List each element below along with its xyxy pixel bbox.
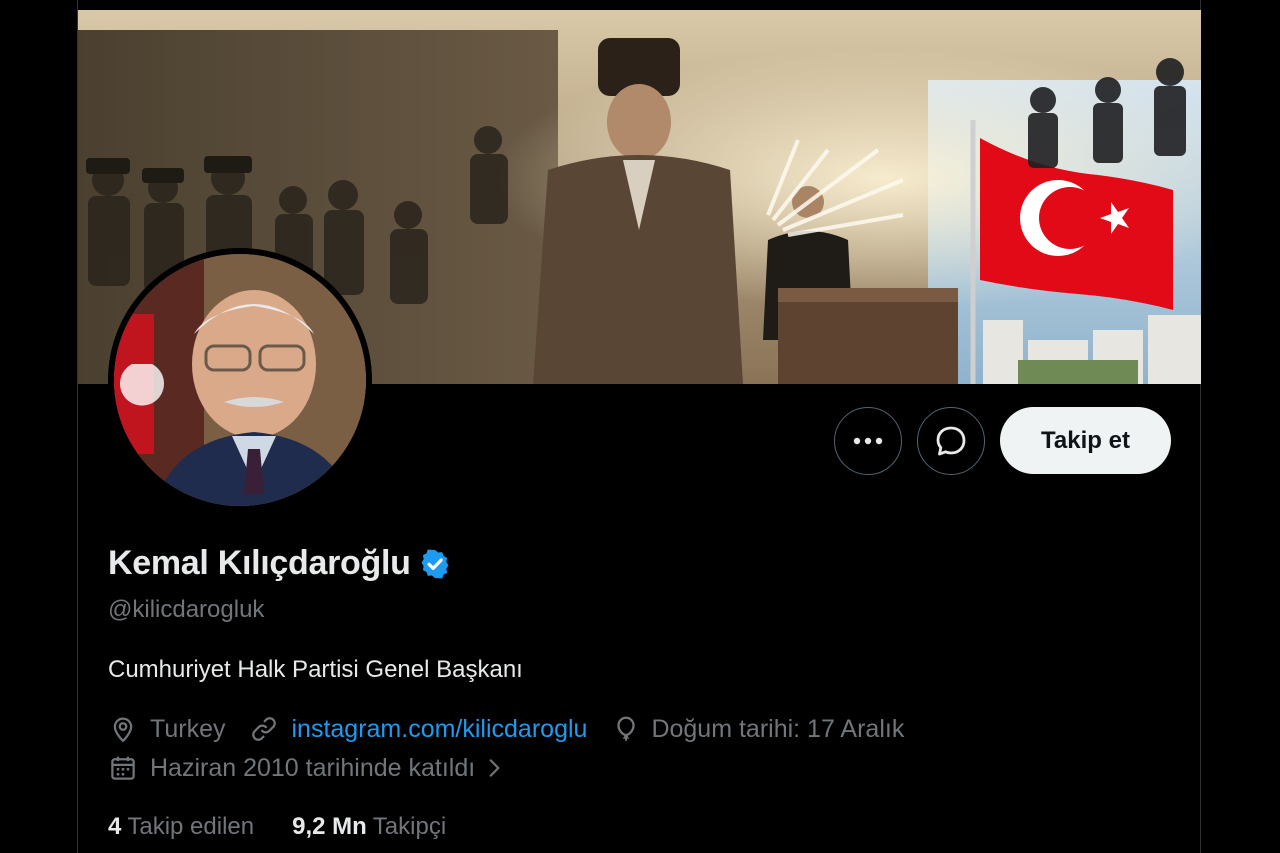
profile-name-row: Kemal Kılıçdaroğlu xyxy=(108,544,451,583)
display-name: Kemal Kılıçdaroğlu xyxy=(108,544,411,582)
follow-button[interactable]: Takip et xyxy=(1000,407,1171,474)
profile-stats: 4 Takip edilen 9,2 Mn Takipçi xyxy=(108,813,446,841)
profile-avatar[interactable] xyxy=(108,248,372,512)
balloon-icon xyxy=(617,716,636,741)
message-icon xyxy=(936,426,966,456)
more-options-button[interactable] xyxy=(834,407,902,475)
following-count: 4 xyxy=(108,813,122,840)
chevron-right-icon xyxy=(489,759,500,777)
birthday-text: Doğum tarihi: 17 Aralık xyxy=(651,714,905,743)
message-button[interactable] xyxy=(917,407,985,475)
joined-row[interactable]: Haziran 2010 tarihinde katıldı xyxy=(108,753,507,783)
avatar-photo xyxy=(114,254,366,506)
following-stat[interactable]: 4 Takip edilen xyxy=(108,813,254,841)
more-icon xyxy=(853,437,883,445)
profile-column: Takip et Kemal Kılıçdaroğlu @kilicdarogl… xyxy=(77,0,1201,853)
location-pin-icon xyxy=(113,717,133,743)
location-text: Turkey xyxy=(150,714,226,743)
followers-stat[interactable]: 9,2 Mn Takipçi xyxy=(292,813,446,841)
verified-badge-icon[interactable] xyxy=(419,548,451,580)
followers-label: Takipçi xyxy=(372,813,447,840)
following-label: Takip edilen xyxy=(127,813,255,840)
location-item: Turkey xyxy=(108,714,225,744)
calendar-icon xyxy=(111,756,135,780)
followers-count: 9,2 Mn xyxy=(292,813,367,840)
profile-bio: Cumhuriyet Halk Partisi Genel Başkanı xyxy=(108,656,523,683)
profile-meta-row: Turkey instagram.com/kilicdaroglu Doğum … xyxy=(108,714,904,744)
website-link[interactable]: instagram.com/kilicdaroglu xyxy=(291,715,587,744)
profile-handle: @kilicdarogluk xyxy=(108,596,265,623)
website-item[interactable]: instagram.com/kilicdaroglu xyxy=(249,714,587,744)
birthday-item: Doğum tarihi: 17 Aralık xyxy=(611,714,904,744)
link-icon xyxy=(252,717,277,741)
joined-text: Haziran 2010 tarihinde katıldı xyxy=(150,753,476,782)
